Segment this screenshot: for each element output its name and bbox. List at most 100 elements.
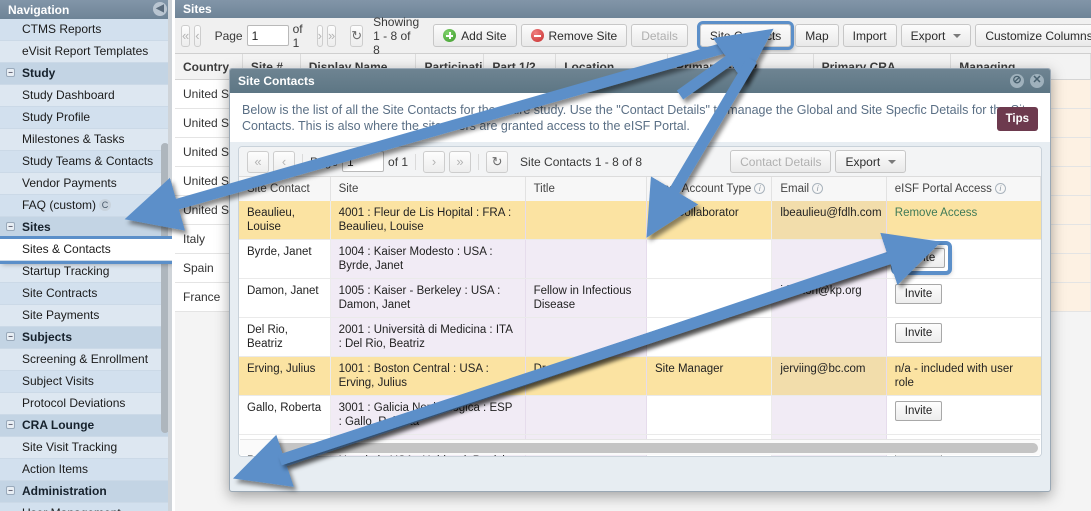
sidebar-item-label: Study Dashboard [22, 88, 115, 102]
contacts-table-row[interactable]: Beaulieu, Louise 4001 : Fleur de Lis Hopi… [239, 201, 1041, 240]
sidebar-item-study-dashboard[interactable]: Study Dashboard [0, 85, 172, 107]
collapse-minus-icon[interactable]: − [6, 222, 15, 231]
sidebar-item-sites[interactable]: − Sites [0, 217, 172, 239]
last-page-button[interactable]: » [326, 24, 337, 47]
remove-site-button[interactable]: Remove Site [520, 24, 628, 47]
refresh-icon[interactable]: ↻ [350, 24, 364, 47]
sidebar-item-sites-contacts[interactable]: Sites & Contacts [0, 236, 172, 264]
sidebar-item-screening-enrollment[interactable]: Screening & Enrollment [0, 349, 172, 371]
collapse-minus-icon[interactable]: − [6, 486, 15, 495]
sidebar-item-site-payments[interactable]: Site Payments [0, 305, 172, 327]
sidebar-item-label: FAQ (custom) [22, 198, 97, 212]
dialog-export-button[interactable]: Export [835, 150, 907, 173]
dialog-toolbar-separator-3 [478, 153, 480, 170]
contacts-table-row[interactable]: Gallo, Roberta 3001 : Galicia Nephrologic… [239, 396, 1041, 435]
sidebar-item-action-items[interactable]: Action Items [0, 459, 172, 481]
access-status-text: n/a - included with user role [894, 363, 1014, 389]
tips-button[interactable]: Tips [996, 107, 1038, 131]
sidebar-item-subject-visits[interactable]: Subject Visits [0, 371, 172, 393]
sidebar-item-vendor-payments[interactable]: Vendor Payments [0, 173, 172, 195]
contact-details-button[interactable]: Contact Details [730, 150, 832, 173]
contacts-cell-contact: Gallo, Roberta [239, 396, 331, 434]
prev-page-button[interactable]: ‹ [194, 24, 201, 47]
contacts-cell-site: 1004 : Kaiser Modesto : USA : Byrde, Jan… [330, 240, 526, 278]
sidebar-item-protocol-deviations[interactable]: Protocol Deviations [0, 393, 172, 415]
import-button[interactable]: Import [842, 24, 897, 47]
page-label: Page [214, 28, 243, 43]
sidebar-item-administration[interactable]: − Administration [0, 481, 172, 503]
remove-access-link[interactable]: Remove Access [895, 207, 977, 219]
sidebar-item-label: eVisit Report Templates [22, 44, 149, 58]
contacts-cell-contact: Beaulieu, Louise [239, 201, 331, 239]
contacts-column-header[interactable]: Site Contact [239, 176, 331, 201]
dialog-title-bar: Site Contacts ⊘ ✕ [230, 69, 1050, 93]
invite-button[interactable]: Invite [894, 323, 943, 343]
close-icon[interactable]: ✕ [1030, 74, 1044, 88]
sidebar-item-study-profile[interactable]: Study Profile [0, 107, 172, 129]
sidebar-item-faq-custom[interactable]: FAQ (custom) C [0, 195, 172, 217]
customize-columns-button[interactable]: Customize Columns [975, 24, 1091, 47]
sidebar-item-cra-lounge[interactable]: − CRA Lounge [0, 415, 172, 437]
first-page-button[interactable]: « [181, 24, 191, 47]
contacts-table-row[interactable]: Erving, Julius 1001 : Boston Central : US… [239, 357, 1041, 396]
map-button[interactable]: Map [795, 24, 839, 47]
sidebar-item-label: Protocol Deviations [22, 396, 126, 410]
details-button[interactable]: Details [631, 24, 688, 47]
add-site-button[interactable]: Add Site [433, 24, 517, 47]
contacts-table-row[interactable]: Damon, Janet 1005 : Kaiser - Berkeley : U… [239, 279, 1041, 318]
contacts-cell-site: 2001 : Università di Medicina : ITA : De… [330, 318, 526, 356]
contacts-cell-contact: Damon, Janet [239, 279, 331, 317]
next-page-button[interactable]: › [316, 24, 323, 47]
dialog-page-number-input[interactable] [342, 151, 385, 172]
sidebar-item-study-teams-contacts[interactable]: Study Teams & Contacts [0, 151, 172, 173]
dialog-description-area: Below is the list of all the Site Contac… [230, 93, 1050, 142]
dialog-next-page-button[interactable]: › [423, 150, 446, 173]
info-icon[interactable]: i [754, 182, 766, 194]
info-icon[interactable]: i [812, 182, 824, 194]
plus-circle-icon [443, 29, 457, 42]
contacts-cell-title [525, 201, 647, 239]
dialog-prev-page-button[interactable]: ‹ [273, 150, 295, 173]
sidebar-item-study[interactable]: − Study [0, 63, 172, 85]
sidebar-item-subjects[interactable]: − Subjects [0, 327, 172, 349]
sidebar-item-user-management[interactable]: User Management [0, 503, 172, 511]
sidebar-item-site-visit-tracking[interactable]: Site Visit Tracking [0, 437, 172, 459]
dialog-last-page-button[interactable]: » [449, 150, 472, 173]
contacts-column-header[interactable]: eISF Portal Access i [886, 176, 1041, 201]
contacts-cell-user-account-type: ISF Collaborator [646, 201, 773, 239]
collapse-minus-icon[interactable]: − [6, 332, 15, 341]
invite-button[interactable]: Invite [897, 248, 946, 268]
dialog-first-page-button[interactable]: « [247, 150, 269, 173]
export-button[interactable]: Export [900, 24, 972, 47]
contacts-cell-user-account-type [646, 279, 773, 317]
contacts-table-row[interactable]: Del Rio, Beatriz 2001 : Università di Med… [239, 318, 1041, 357]
sidebar-item-evisit-report-templates[interactable]: eVisit Report Templates [0, 41, 172, 63]
site-contacts-button[interactable]: Site Contacts [696, 21, 795, 50]
contacts-scroll-thumb[interactable] [268, 443, 1038, 453]
contacts-column-header[interactable]: User Account Type i [646, 176, 773, 201]
collapse-minus-icon[interactable]: − [6, 420, 15, 429]
contacts-horizontal-scrollbar[interactable] [240, 439, 1040, 455]
sidebar-item-site-contracts[interactable]: Site Contracts [0, 283, 172, 305]
contacts-column-header[interactable]: Site [330, 176, 526, 201]
sidebar-item-startup-tracking[interactable]: Startup Tracking [0, 261, 172, 283]
contacts-column-header[interactable]: Email i [772, 176, 887, 201]
dialog-refresh-icon[interactable]: ↻ [486, 150, 509, 173]
contacts-cell-eisf-access: n/a - included with user role [886, 357, 1041, 395]
invite-button[interactable]: Invite [894, 284, 943, 304]
contacts-column-header[interactable]: Title [525, 176, 647, 201]
page-number-input[interactable] [246, 25, 289, 46]
navigation-header: Navigation ◀ [0, 0, 172, 19]
invite-button[interactable]: Invite [894, 401, 943, 421]
contacts-column-label: User Account Type [654, 182, 752, 195]
chevron-left-icon[interactable]: ◀ [153, 2, 167, 16]
sidebar-item-milestones-tasks[interactable]: Milestones & Tasks [0, 129, 172, 151]
contacts-column-label: Site [338, 182, 359, 195]
help-icon[interactable]: ⊘ [1010, 74, 1024, 88]
contacts-table-row[interactable]: Byrde, Janet 1004 : Kaiser Modesto : USA … [239, 240, 1041, 279]
chevron-down-icon-2 [888, 159, 897, 164]
sidebar-item-ctms-reports[interactable]: CTMS Reports [0, 19, 172, 41]
collapse-minus-icon[interactable]: − [6, 68, 15, 77]
info-icon[interactable]: i [994, 182, 1006, 194]
contacts-column-label: eISF Portal Access [894, 182, 992, 195]
